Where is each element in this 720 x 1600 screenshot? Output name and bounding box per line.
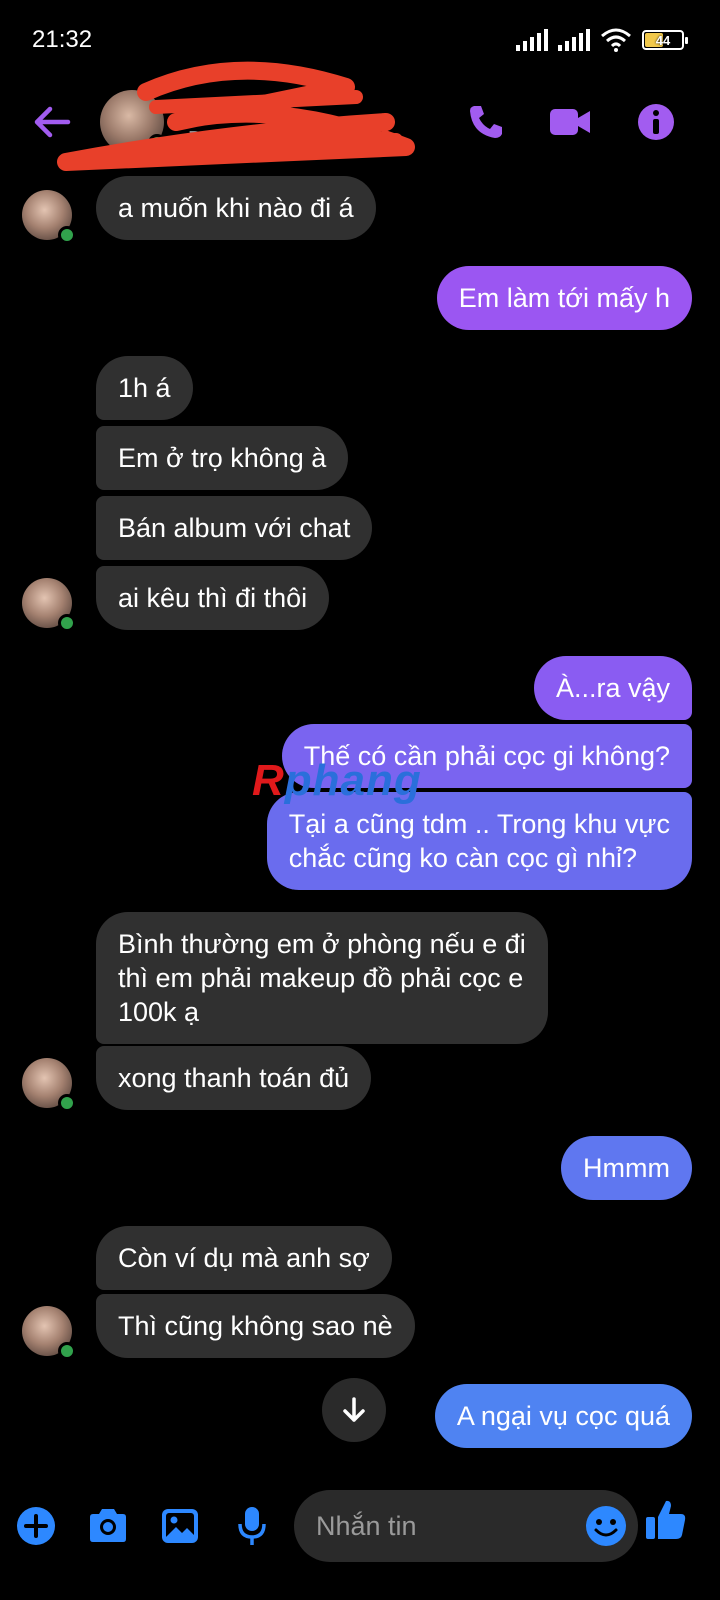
video-call-button[interactable] [546, 98, 594, 146]
activity-status: Đang hoạt động [188, 128, 331, 150]
online-indicator [58, 1094, 76, 1112]
online-indicator [58, 226, 76, 244]
arrow-down-icon [343, 1397, 365, 1422]
message-incoming[interactable]: xong thanh toán đủ [96, 1046, 372, 1110]
watermark: Rphang [252, 756, 422, 805]
sender-avatar[interactable] [22, 1058, 76, 1112]
camera-button[interactable] [84, 1502, 132, 1550]
message-incoming[interactable]: ai kêu thì đi thôi [96, 566, 330, 630]
microphone-icon [238, 1507, 266, 1545]
info-button[interactable] [632, 98, 680, 146]
sender-avatar[interactable] [22, 1306, 76, 1360]
voice-record-button[interactable] [228, 1502, 276, 1550]
image-icon [162, 1509, 198, 1543]
message-outgoing[interactable]: Hmmm [561, 1136, 692, 1200]
message-incoming[interactable]: Còn ví dụ mà anh sợ [96, 1226, 392, 1290]
camera-icon [90, 1509, 126, 1542]
like-button[interactable] [642, 1496, 690, 1544]
online-indicator [148, 134, 166, 152]
sender-avatar[interactable] [22, 578, 76, 632]
gallery-button[interactable] [156, 1502, 204, 1550]
status-bar: 21:32 44 [0, 0, 720, 80]
message-outgoing[interactable]: A ngại vụ cọc quá [434, 1384, 692, 1448]
message-incoming[interactable]: Em ở trọ không à [96, 426, 349, 490]
video-camera-icon [550, 109, 590, 135]
wifi-icon [601, 28, 631, 52]
signal-icon [558, 29, 590, 51]
online-indicator [58, 1342, 76, 1360]
thumbs-up-icon [646, 1500, 686, 1539]
message-outgoing[interactable]: À...ra vậy [533, 656, 692, 720]
sender-avatar[interactable] [22, 190, 76, 244]
battery-icon: 44 [642, 30, 688, 50]
online-indicator [58, 614, 76, 632]
battery-level: 44 [655, 32, 671, 48]
scroll-down-button[interactable] [322, 1378, 386, 1442]
status-icons: 44 [516, 28, 688, 52]
message-outgoing[interactable]: Tại a cũng tdm .. Trong khu vực chắc cũn… [266, 792, 692, 890]
call-button[interactable] [462, 98, 510, 146]
signal-icon [516, 29, 548, 51]
message-outgoing[interactable]: Em làm tới mấy h [436, 266, 692, 330]
status-time: 21:32 [32, 26, 93, 53]
plus-circle-icon [17, 1507, 55, 1545]
phone-icon [470, 106, 502, 138]
message-incoming[interactable]: Thì cũng không sao nè [96, 1294, 415, 1358]
message-list[interactable]: a muốn khi nào đi á Em làm tới mấy h 1h … [0, 170, 720, 1490]
more-actions-button[interactable] [12, 1502, 60, 1550]
message-incoming[interactable]: a muốn khi nào đi á [96, 176, 376, 240]
composer-bar [0, 1490, 720, 1600]
back-arrow-icon[interactable] [28, 98, 76, 146]
info-icon [638, 104, 674, 140]
emoji-icon[interactable] [584, 1504, 628, 1548]
chat-header: Đang hoạt động [0, 61, 720, 171]
message-incoming[interactable]: 1h á [96, 356, 193, 420]
message-incoming[interactable]: Bình thường em ở phòng nếu e đi thì em p… [96, 912, 548, 1044]
message-incoming[interactable]: Bán album với chat [96, 496, 373, 560]
